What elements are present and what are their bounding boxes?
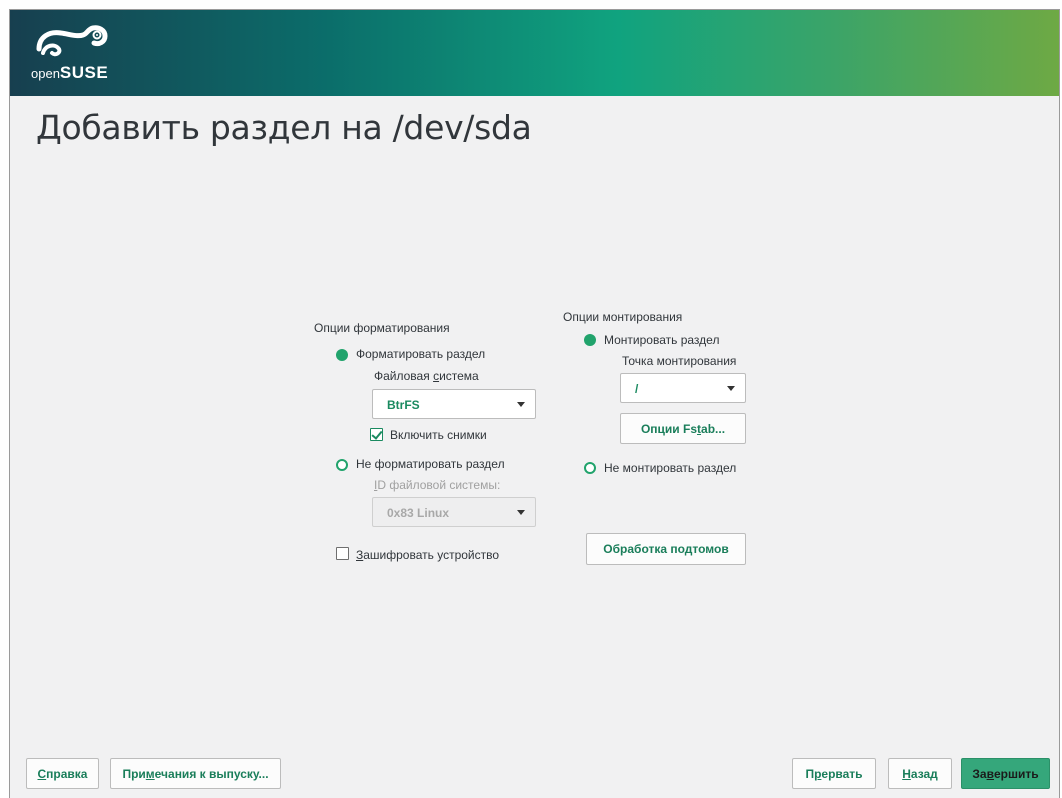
fstab-options-button[interactable]: Опции Fs t ab... — [620, 413, 746, 444]
format-partition-label: Форматировать раздел — [356, 347, 486, 361]
mountpoint-label: Точка монтирования — [622, 354, 737, 368]
finish-button[interactable]: За в ершить — [961, 758, 1050, 789]
no-format-radio[interactable] — [336, 459, 348, 471]
abort-button[interactable]: Пр ервать — [792, 758, 876, 789]
page-title: Добавить раздел на /dev/sda — [36, 108, 532, 147]
no-format-label: Не форматировать раздел — [356, 457, 505, 471]
mountpoint-select[interactable]: / — [620, 373, 746, 403]
brand-text: openSUSE — [31, 63, 109, 82]
format-partition-radio[interactable] — [336, 349, 348, 361]
back-button[interactable]: Назад — [888, 758, 952, 789]
enable-snapshots-checkbox[interactable] — [370, 428, 383, 441]
header-banner: openSUSE — [10, 10, 1059, 96]
installer-window: openSUSE Добавить раздел на /dev/sda Опц… — [9, 9, 1060, 798]
format-options-heading: Опции форматирования — [314, 321, 450, 335]
filesystem-select[interactable]: BtrFS — [372, 389, 536, 419]
enable-snapshots-label: Включить снимки — [390, 428, 487, 442]
filesystem-label: Файловая система — [374, 369, 479, 383]
encrypt-device-checkbox[interactable] — [336, 547, 349, 560]
chevron-down-icon — [517, 402, 525, 407]
opensuse-logo: openSUSE — [31, 23, 121, 83]
chameleon-icon — [36, 25, 108, 57]
help-button[interactable]: Справка — [26, 758, 99, 789]
fs-id-select[interactable]: 0x83 Linux — [372, 497, 536, 527]
chevron-down-icon — [727, 386, 735, 391]
mountpoint-value: / — [635, 382, 639, 396]
release-notes-button[interactable]: При м ечания к выпуску... — [110, 758, 281, 789]
encrypt-device-label: Зашифровать устройство — [356, 548, 500, 562]
mount-partition-label: Монтировать раздел — [604, 333, 720, 347]
no-mount-label: Не монтировать раздел — [604, 461, 737, 475]
subvolumes-button[interactable]: Обработка подтомов — [586, 533, 746, 565]
mount-partition-radio[interactable] — [584, 334, 596, 346]
chevron-down-icon — [517, 510, 525, 515]
filesystem-value: BtrFS — [387, 398, 420, 412]
fs-id-value: 0x83 Linux — [387, 506, 450, 520]
mount-options-heading: Опции монтирования — [563, 310, 683, 324]
fs-id-label: ID файловой системы: — [374, 478, 501, 492]
no-mount-radio[interactable] — [584, 462, 596, 474]
